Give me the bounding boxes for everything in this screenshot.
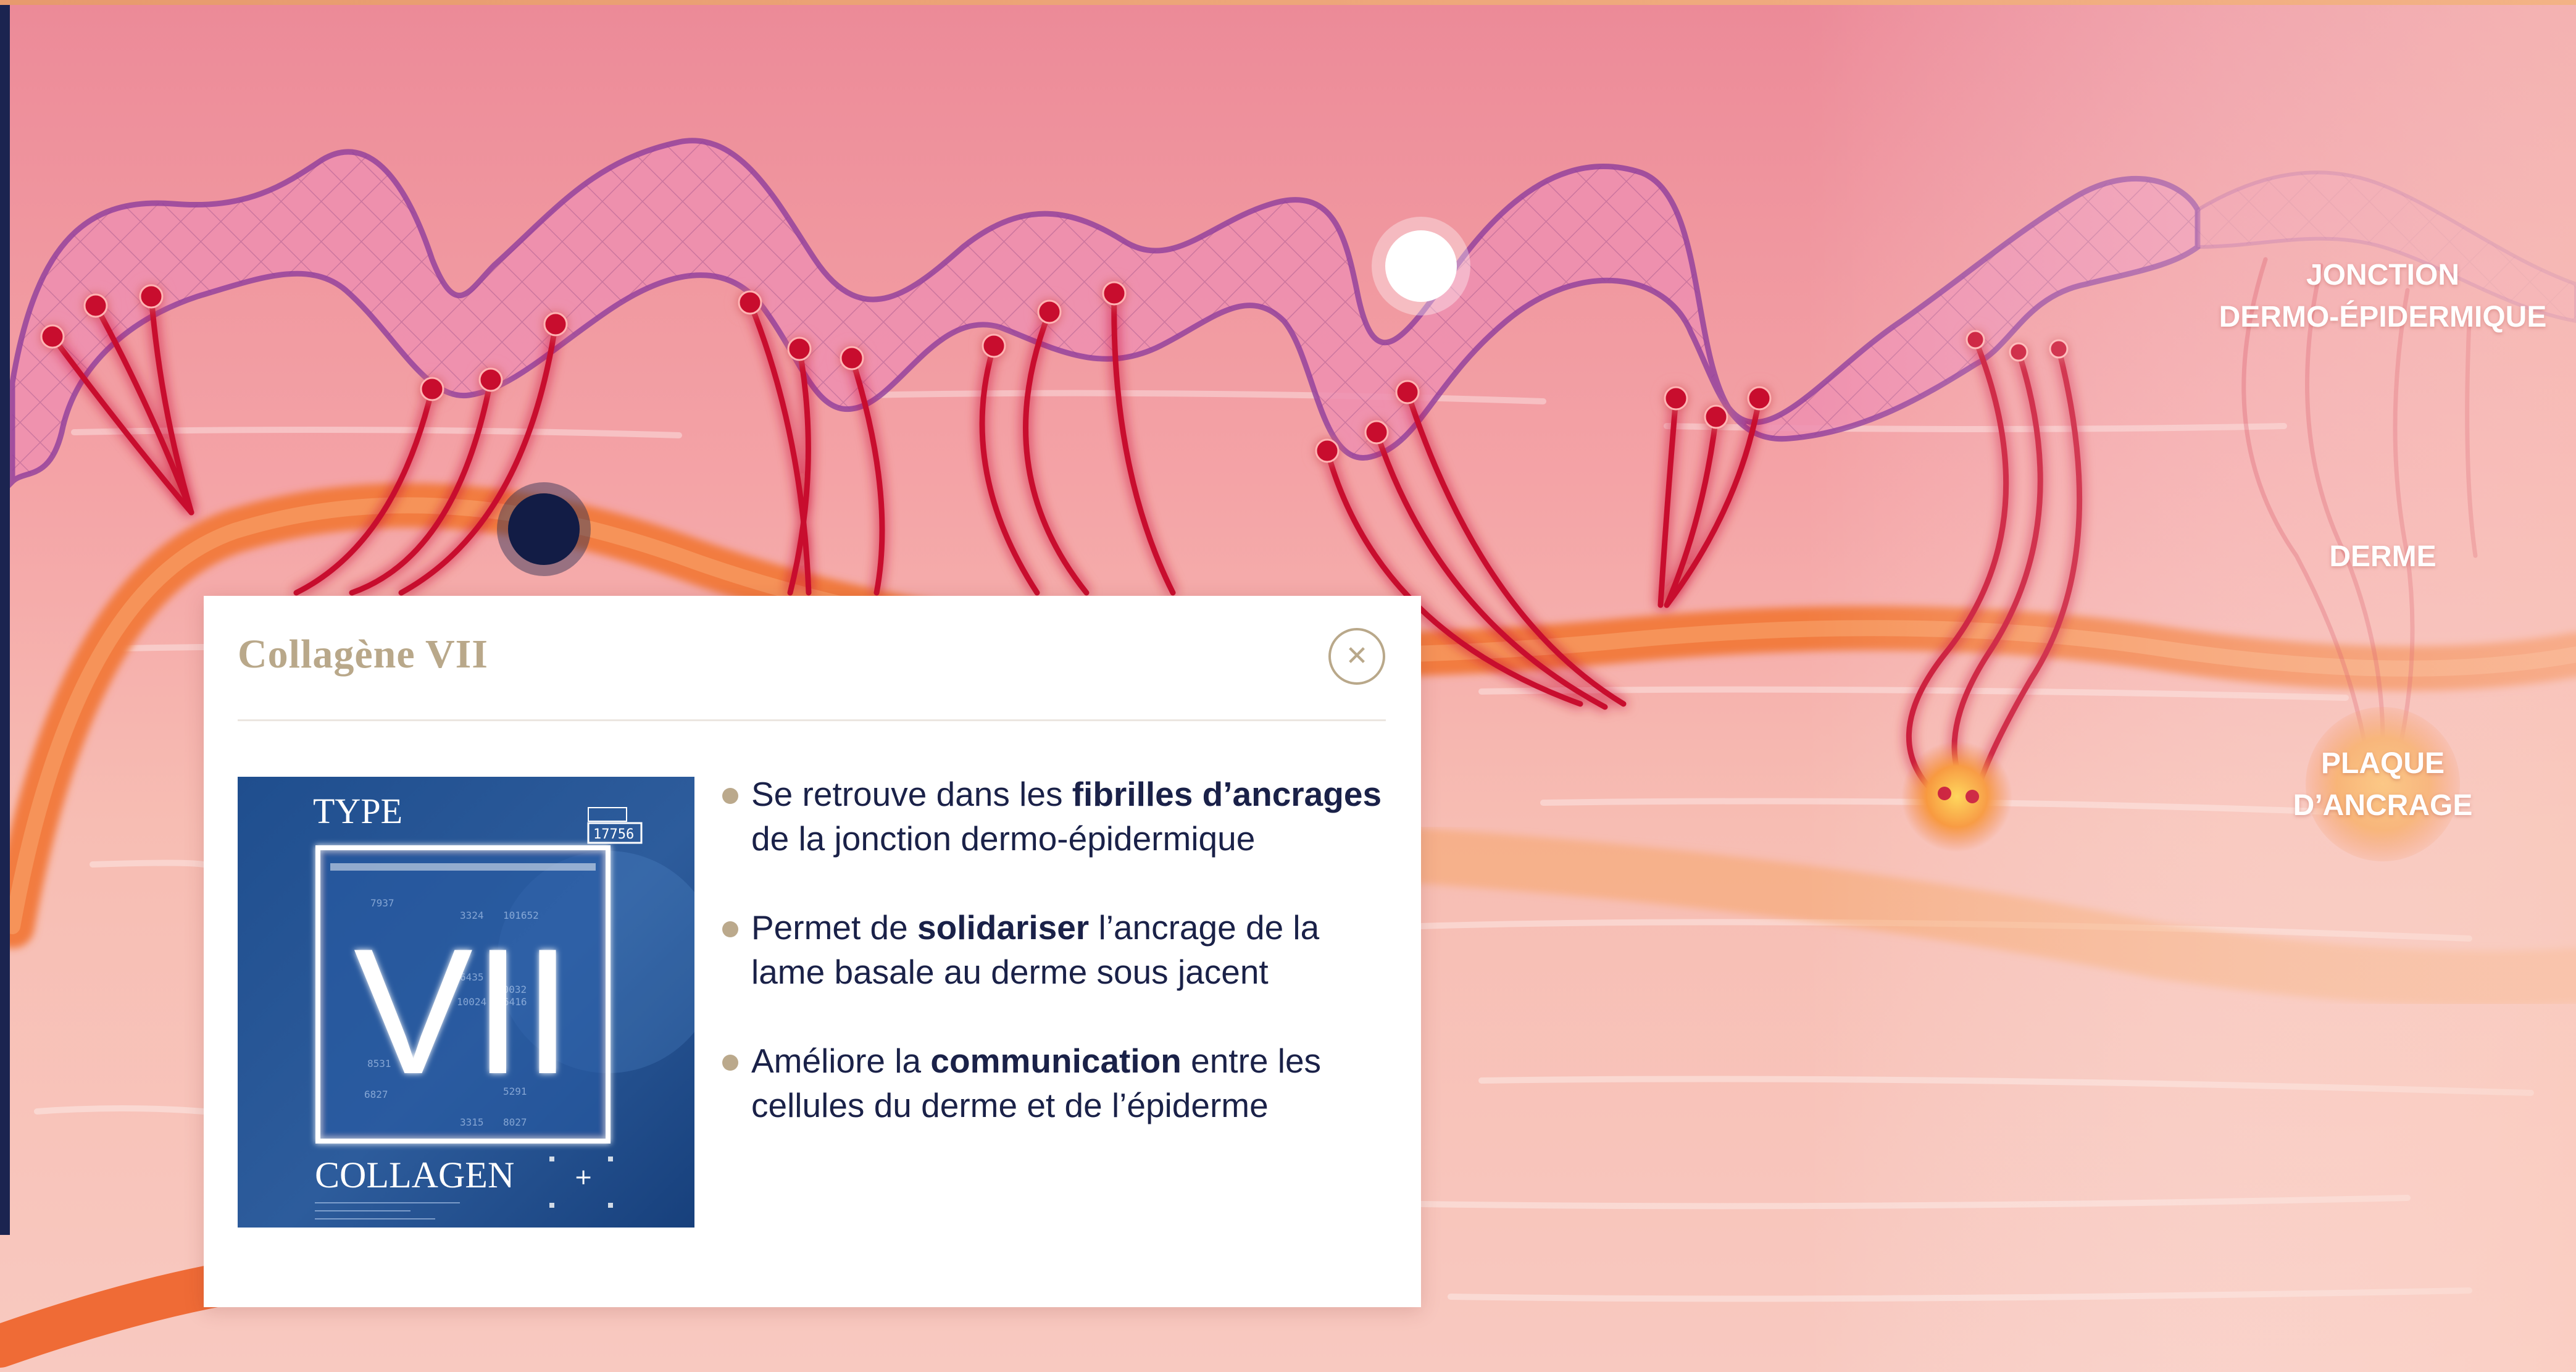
top-accent-line [0, 0, 2576, 5]
bullet-text-before: Se retrouve dans les [751, 775, 1072, 813]
list-item: Améliore la communication entre les cell… [722, 1039, 1401, 1127]
hotspot-navy[interactable] [497, 482, 591, 576]
bullet-text-bold: communication [930, 1042, 1182, 1080]
close-icon: ✕ [1345, 640, 1369, 672]
hotspot-white[interactable] [1372, 217, 1470, 316]
collagen-type-vii-image: 7937 3324 101652 6435 10032 10024 6416 8… [238, 777, 694, 1228]
hotspot-navy-dot [508, 493, 580, 565]
card-badge-number: 17756 [593, 827, 634, 842]
bullet-text-bold: solidariser [917, 908, 1090, 947]
label-jonction-dermo-epidermique: JONCTION DERMO-ÉPIDERMIQUE [2198, 254, 2568, 338]
svg-text:+: + [574, 1165, 593, 1190]
label-jonction-line2: DERMO-ÉPIDERMIQUE [2219, 301, 2547, 333]
collagen-info-popup: Collagène VII ✕ 7937 3324 101652 6435 10… [204, 596, 1421, 1307]
bullet-text-bold: fibrilles d’ancrages [1072, 775, 1382, 813]
card-grid-number: 7937 [370, 897, 394, 909]
card-numeral: VII [354, 911, 573, 1111]
bullet-dot-icon [722, 921, 738, 937]
skin-illustration-stage: JONCTION DERMO-ÉPIDERMIQUE DERME PLAQUE … [0, 0, 2576, 1372]
bullet-dot-icon [722, 788, 738, 804]
card-type-label: TYPE [313, 791, 402, 831]
card-collagen-label: COLLAGEN [315, 1155, 514, 1195]
hotspot-white-dot [1385, 230, 1457, 302]
bullet-text-before: Permet de [751, 908, 918, 947]
list-item: Se retrouve dans les fibrilles d’ancrage… [722, 772, 1401, 861]
feature-list: Se retrouve dans les fibrilles d’ancrage… [722, 772, 1401, 1172]
left-accent-bar [0, 0, 10, 1235]
list-item: Permet de solidariser l’ancrage de la la… [722, 905, 1401, 994]
label-plaque-line2: D’ANCRAGE [2293, 789, 2473, 822]
card-grid-number: 8027 [503, 1116, 527, 1128]
close-button[interactable]: ✕ [1328, 628, 1385, 685]
card-grid-number: 3315 [460, 1116, 484, 1128]
label-plaque-d-ancrage: PLAQUE D’ANCRAGE [2259, 743, 2506, 827]
label-jonction-line1: JONCTION [2306, 259, 2459, 291]
bullet-text-before: Améliore la [751, 1042, 931, 1080]
label-plaque-line1: PLAQUE [2320, 747, 2445, 780]
bullet-text-after: de la jonction dermo-épidermique [751, 819, 1256, 858]
popup-title: Collagène VII [238, 632, 488, 677]
label-derme: DERME [2329, 540, 2436, 573]
popup-divider [238, 719, 1386, 721]
bullet-dot-icon [722, 1055, 738, 1071]
